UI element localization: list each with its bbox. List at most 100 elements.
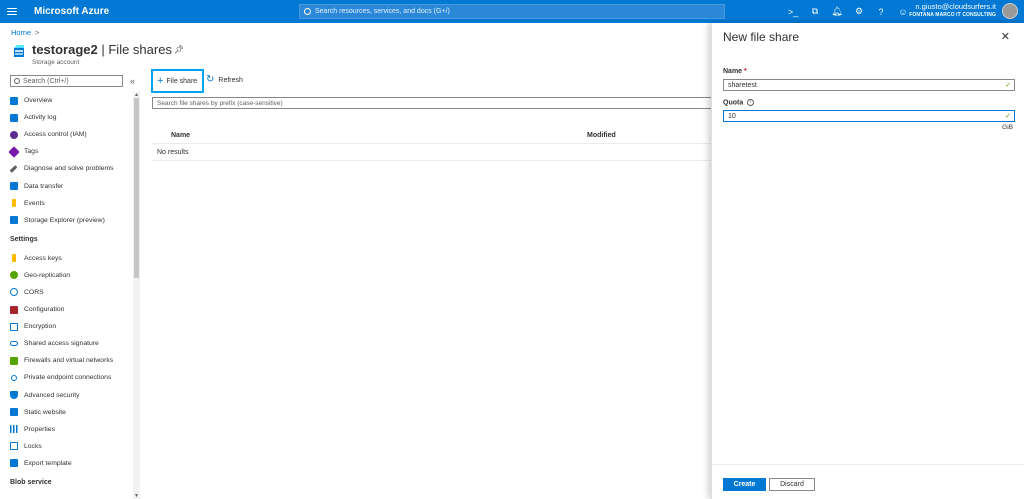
nav-item-firewalls[interactable]: Firewalls and virtual networks bbox=[0, 352, 132, 369]
breadcrumb-separator: > bbox=[35, 28, 40, 37]
page-subtitle: Storage account bbox=[32, 59, 80, 66]
nav-item-label: Encryption bbox=[24, 323, 57, 331]
nav-item-cors[interactable]: CORS bbox=[0, 284, 132, 301]
nav-item-configuration[interactable]: Configuration bbox=[0, 301, 132, 318]
globe-icon bbox=[10, 271, 18, 280]
nav-item-activity-log[interactable]: Activity log bbox=[0, 109, 132, 126]
data-transfer-icon bbox=[10, 182, 18, 191]
nav-item-label: Tags bbox=[24, 148, 39, 156]
brand-label[interactable]: Microsoft Azure bbox=[34, 6, 109, 17]
nav-item-locks[interactable]: Locks bbox=[0, 438, 132, 455]
collapse-menu-icon[interactable]: « bbox=[130, 76, 135, 86]
nav-item-label: Advanced security bbox=[24, 391, 80, 399]
account-info[interactable]: n.giusto@cloudsurfers.it FONTANA MARCO I… bbox=[909, 3, 996, 19]
iam-icon bbox=[10, 130, 18, 139]
notifications-icon[interactable]: 🔔︎ bbox=[826, 0, 848, 23]
quota-label-text: Quota bbox=[723, 99, 744, 107]
add-file-share-button[interactable]: + File share bbox=[151, 69, 204, 93]
name-field[interactable]: sharetest ✓ bbox=[723, 79, 1015, 91]
nav-item-events[interactable]: Events bbox=[0, 195, 132, 212]
valid-check-icon: ✓ bbox=[1005, 113, 1011, 120]
column-header-modified[interactable]: Modified bbox=[587, 132, 616, 139]
title-separator: | bbox=[97, 42, 109, 57]
nav-item-label: Locks bbox=[24, 442, 42, 450]
required-marker: * bbox=[744, 68, 747, 75]
pin-icon[interactable]: 📌︎ bbox=[174, 45, 184, 54]
valid-check-icon: ✓ bbox=[1005, 82, 1011, 89]
quota-field-value: 10 bbox=[728, 112, 736, 120]
configuration-icon bbox=[10, 305, 18, 314]
avatar[interactable] bbox=[1002, 3, 1018, 19]
info-icon[interactable]: i bbox=[747, 99, 755, 106]
global-search-input[interactable]: Search resources, services, and docs (G+… bbox=[299, 4, 725, 19]
refresh-icon: ↻ bbox=[206, 74, 215, 85]
nav-item-label: Static website bbox=[24, 408, 66, 416]
activity-log-icon bbox=[10, 113, 18, 122]
nav-item-tags[interactable]: Tags bbox=[0, 143, 132, 160]
panel-title: New file share bbox=[723, 30, 800, 44]
nav-item-label: Diagnose and solve problems bbox=[24, 165, 114, 173]
nav-item-label: Export template bbox=[24, 459, 72, 467]
lock-icon bbox=[10, 442, 18, 451]
storage-account-icon bbox=[14, 45, 24, 57]
nav-item-label: Properties bbox=[24, 425, 55, 433]
search-icon bbox=[304, 8, 311, 15]
cloud-shell-icon[interactable]: >_ bbox=[782, 0, 804, 23]
nav-item-storage-explorer[interactable]: Storage Explorer (preview) bbox=[0, 212, 132, 229]
scroll-down-icon[interactable]: ▼ bbox=[134, 493, 139, 499]
grid-header: Name Modified bbox=[152, 127, 712, 144]
lock-icon bbox=[10, 322, 18, 331]
nav-item-access-keys[interactable]: Access keys bbox=[0, 250, 132, 267]
nav-item-advanced-security[interactable]: Advanced security bbox=[0, 387, 132, 404]
directory-filter-icon[interactable]: ⧉ bbox=[804, 0, 826, 23]
nav-section-settings: Settings bbox=[10, 235, 38, 243]
no-results-text: No results bbox=[157, 148, 189, 156]
wrench-icon bbox=[9, 165, 18, 173]
static-website-icon bbox=[10, 408, 18, 417]
name-label: Name * bbox=[723, 68, 747, 75]
add-file-share-label: File share bbox=[166, 77, 198, 85]
storage-explorer-icon bbox=[10, 216, 18, 225]
nav-item-label: Configuration bbox=[24, 306, 65, 314]
nav-item-label: Storage Explorer (preview) bbox=[24, 216, 105, 224]
refresh-label: Refresh bbox=[218, 76, 243, 84]
nav-item-data-transfer[interactable]: Data transfer bbox=[0, 177, 132, 194]
refresh-button[interactable]: ↻ Refresh bbox=[206, 75, 243, 85]
nav-item-encryption[interactable]: Encryption bbox=[0, 318, 132, 335]
file-share-filter-placeholder: Search file shares by prefix (case-sensi… bbox=[157, 99, 283, 107]
discard-button[interactable]: Discard bbox=[769, 478, 815, 491]
shield-icon bbox=[10, 391, 18, 400]
name-field-value: sharetest bbox=[728, 81, 757, 89]
create-button[interactable]: Create bbox=[723, 478, 766, 491]
cors-icon bbox=[10, 288, 18, 297]
top-icons: >_ ⧉ 🔔︎ ⚙ ? ☺ bbox=[782, 0, 914, 23]
quota-field[interactable]: 10 ✓ bbox=[723, 110, 1015, 122]
nav-item-diagnose[interactable]: Diagnose and solve problems bbox=[0, 160, 132, 177]
nav-item-private-endpoint[interactable]: Private endpoint connections bbox=[0, 369, 132, 386]
help-icon[interactable]: ? bbox=[870, 0, 892, 23]
private-endpoint-icon bbox=[11, 374, 17, 381]
nav-item-access-control[interactable]: Access control (IAM) bbox=[0, 126, 132, 143]
nav-scrollbar[interactable]: ▲ ▼ bbox=[133, 92, 140, 499]
settings-icon[interactable]: ⚙ bbox=[848, 0, 870, 23]
nav-scrollbar-thumb[interactable] bbox=[134, 98, 139, 278]
resource-name: testorage2 bbox=[32, 42, 98, 57]
nav-item-static-website[interactable]: Static website bbox=[0, 404, 132, 421]
nav-item-shared-access-signature[interactable]: Shared access signature bbox=[0, 335, 132, 352]
menu-search-input[interactable]: Search (Ctrl+/) bbox=[10, 75, 123, 87]
nav-item-export-template[interactable]: Export template bbox=[0, 455, 132, 472]
column-header-name[interactable]: Name bbox=[171, 132, 190, 139]
nav-section-blob-service: Blob service bbox=[10, 478, 52, 486]
breadcrumb-home[interactable]: Home bbox=[11, 28, 31, 37]
nav-item-overview[interactable]: Overview bbox=[0, 92, 132, 109]
nav-item-geo-replication[interactable]: Geo-replication bbox=[0, 267, 132, 284]
portal-menu-icon[interactable] bbox=[0, 0, 24, 23]
nav-item-properties[interactable]: Properties bbox=[0, 421, 132, 438]
left-nav: Overview Activity log Access control (IA… bbox=[0, 92, 132, 499]
close-icon[interactable]: ✕ bbox=[1001, 30, 1010, 43]
user-email: n.giusto@cloudsurfers.it bbox=[915, 2, 996, 11]
global-search-placeholder: Search resources, services, and docs (G+… bbox=[315, 8, 450, 15]
link-icon bbox=[10, 341, 18, 347]
breadcrumb: Home > bbox=[11, 28, 39, 37]
file-share-filter-input[interactable]: Search file shares by prefix (case-sensi… bbox=[152, 97, 712, 109]
